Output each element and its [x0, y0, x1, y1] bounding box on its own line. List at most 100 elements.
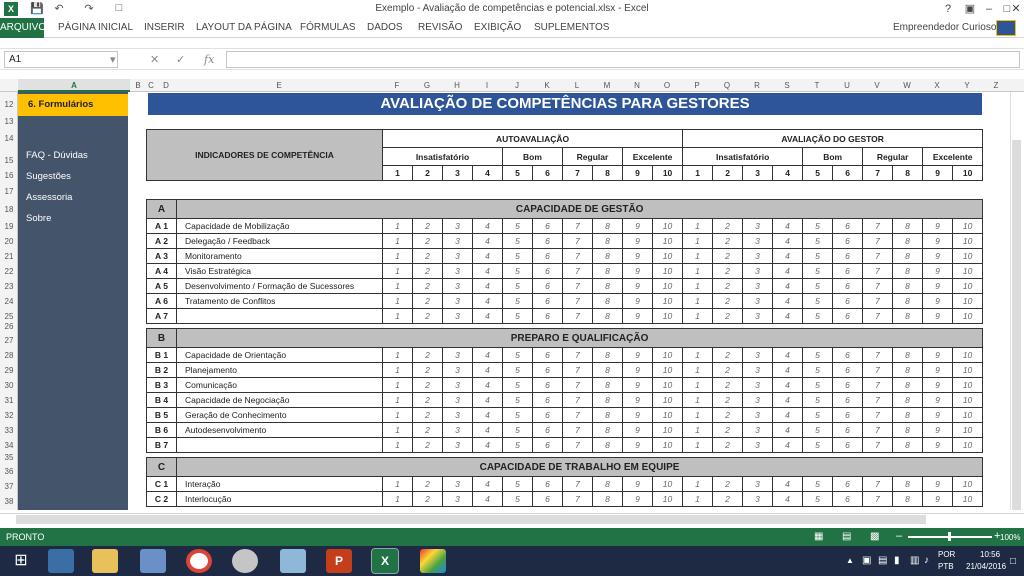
tab-review[interactable]: REVISÃO — [418, 22, 462, 33]
score-cell[interactable]: 2 — [712, 407, 743, 423]
score-cell[interactable]: 8 — [592, 308, 623, 324]
score-cell[interactable]: 5 — [802, 233, 833, 249]
score-cell[interactable]: 1 — [382, 476, 413, 492]
score-cell[interactable]: 7 — [562, 293, 593, 309]
score-cell[interactable]: 10 — [652, 422, 683, 438]
score-cell[interactable]: 6 — [532, 218, 563, 234]
score-cell[interactable]: 7 — [562, 437, 593, 453]
score-cell[interactable]: 10 — [951, 377, 984, 393]
keyboard-layout[interactable]: PTB — [938, 562, 954, 571]
score-cell[interactable]: 10 — [652, 407, 683, 423]
score-cell[interactable]: 4 — [772, 218, 803, 234]
score-cell[interactable]: 3 — [442, 233, 473, 249]
score-cell[interactable]: 7 — [562, 308, 593, 324]
score-cell[interactable]: 3 — [742, 218, 773, 234]
score-cell[interactable]: 7 — [562, 248, 593, 264]
score-cell[interactable]: 6 — [832, 293, 863, 309]
score-cell[interactable]: 7 — [562, 278, 593, 294]
tab-data[interactable]: DADOS — [367, 22, 403, 33]
column-header[interactable]: L — [562, 79, 592, 92]
file-explorer-icon[interactable] — [92, 549, 118, 573]
score-cell[interactable]: 10 — [652, 476, 683, 492]
score-cell[interactable]: 9 — [622, 407, 653, 423]
score-cell[interactable]: 2 — [412, 407, 443, 423]
score-cell[interactable]: 7 — [862, 392, 893, 408]
row-header[interactable]: 27 — [0, 336, 18, 345]
score-cell[interactable]: 4 — [472, 407, 503, 423]
score-cell[interactable]: 8 — [592, 362, 623, 378]
score-cell[interactable]: 9 — [622, 278, 653, 294]
score-cell[interactable]: 3 — [442, 362, 473, 378]
score-cell[interactable]: 10 — [951, 491, 984, 507]
score-cell[interactable]: 7 — [562, 362, 593, 378]
score-cell[interactable]: 10 — [652, 293, 683, 309]
column-header[interactable]: A — [18, 79, 130, 92]
score-cell[interactable]: 3 — [442, 278, 473, 294]
tray-network-icon[interactable]: ▤ — [878, 555, 887, 566]
score-cell[interactable]: 10 — [951, 422, 984, 438]
score-cell[interactable]: 1 — [382, 263, 413, 279]
score-cell[interactable]: 8 — [892, 491, 923, 507]
column-header[interactable]: K — [532, 79, 562, 92]
score-cell[interactable]: 4 — [772, 293, 803, 309]
column-header[interactable]: M — [592, 79, 622, 92]
row-header[interactable]: 13 — [0, 117, 18, 126]
score-cell[interactable]: 9 — [622, 233, 653, 249]
score-cell[interactable]: 2 — [712, 392, 743, 408]
file-tab[interactable]: ARQUIVO — [0, 18, 46, 38]
score-cell[interactable]: 9 — [922, 293, 953, 309]
score-cell[interactable]: 5 — [802, 293, 833, 309]
chrome-icon[interactable] — [186, 549, 212, 573]
score-cell[interactable]: 4 — [472, 377, 503, 393]
score-cell[interactable]: 2 — [412, 293, 443, 309]
column-header[interactable]: G — [412, 79, 442, 92]
score-cell[interactable]: 3 — [442, 392, 473, 408]
column-header[interactable]: F — [382, 79, 412, 92]
score-cell[interactable]: 9 — [622, 362, 653, 378]
score-cell[interactable]: 8 — [892, 377, 923, 393]
score-cell[interactable]: 7 — [562, 377, 593, 393]
score-cell[interactable]: 8 — [892, 263, 923, 279]
score-cell[interactable]: 9 — [922, 476, 953, 492]
score-cell[interactable]: 5 — [502, 476, 533, 492]
score-cell[interactable]: 6 — [832, 218, 863, 234]
excel-taskbar-icon[interactable]: X — [371, 548, 399, 574]
score-cell[interactable]: 10 — [951, 476, 984, 492]
tab-home[interactable]: PÁGINA INICIAL — [58, 22, 133, 33]
column-header[interactable]: Q — [712, 79, 742, 92]
score-cell[interactable]: 8 — [892, 476, 923, 492]
row-header[interactable]: 22 — [0, 267, 18, 276]
score-cell[interactable]: 1 — [382, 407, 413, 423]
score-cell[interactable]: 5 — [802, 491, 833, 507]
score-cell[interactable]: 3 — [742, 392, 773, 408]
score-cell[interactable]: 7 — [862, 422, 893, 438]
score-cell[interactable]: 6 — [832, 392, 863, 408]
column-header[interactable]: N — [622, 79, 652, 92]
score-cell[interactable]: 7 — [862, 308, 893, 324]
score-cell[interactable]: 6 — [832, 377, 863, 393]
score-cell[interactable]: 3 — [742, 362, 773, 378]
score-cell[interactable]: 9 — [922, 218, 953, 234]
score-cell[interactable]: 6 — [532, 263, 563, 279]
score-cell[interactable]: 2 — [712, 308, 743, 324]
score-cell[interactable]: 9 — [622, 308, 653, 324]
score-cell[interactable]: 4 — [472, 263, 503, 279]
score-cell[interactable]: 6 — [532, 347, 563, 363]
score-cell[interactable]: 6 — [532, 392, 563, 408]
score-cell[interactable]: 6 — [832, 263, 863, 279]
score-cell[interactable]: 5 — [802, 476, 833, 492]
score-cell[interactable]: 4 — [472, 491, 503, 507]
score-cell[interactable]: 10 — [951, 263, 984, 279]
row-header[interactable]: 12 — [0, 100, 18, 109]
row-header[interactable]: 16 — [0, 171, 18, 180]
score-cell[interactable]: 7 — [862, 377, 893, 393]
score-cell[interactable]: 1 — [682, 422, 713, 438]
score-cell[interactable]: 1 — [682, 308, 713, 324]
row-header[interactable]: 23 — [0, 282, 18, 291]
score-cell[interactable]: 3 — [442, 407, 473, 423]
score-cell[interactable]: 8 — [892, 233, 923, 249]
score-cell[interactable]: 6 — [832, 422, 863, 438]
score-cell[interactable]: 8 — [592, 476, 623, 492]
score-cell[interactable]: 8 — [892, 293, 923, 309]
score-cell[interactable]: 3 — [442, 476, 473, 492]
